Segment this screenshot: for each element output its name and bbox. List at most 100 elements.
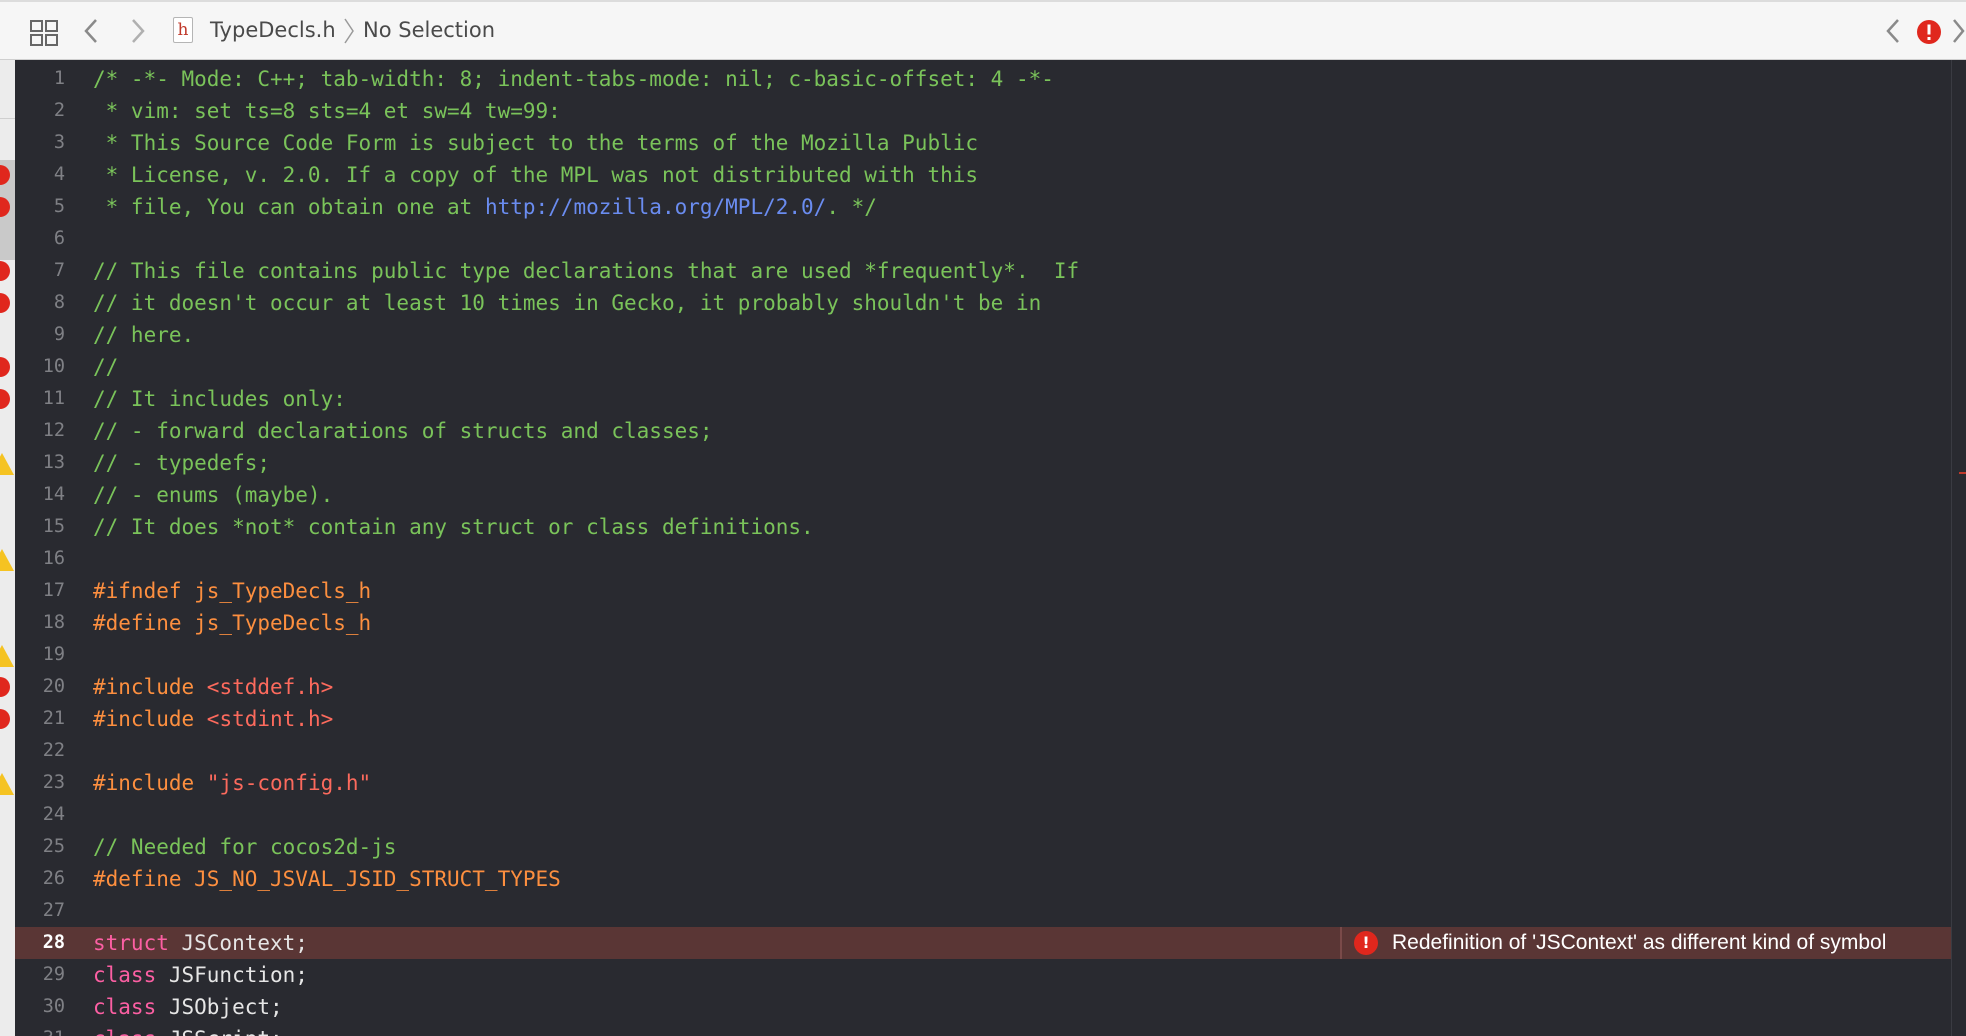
line-code: class JSScript; bbox=[93, 1023, 283, 1036]
code-line[interactable]: 25 // Needed for cocos2d-js bbox=[15, 831, 1951, 863]
warning-marker-icon[interactable] bbox=[0, 549, 14, 571]
code-line[interactable]: 11 // It includes only: bbox=[15, 383, 1951, 415]
error-marker-icon[interactable] bbox=[0, 293, 10, 313]
line-number: 1 bbox=[53, 68, 65, 89]
error-marker-icon[interactable] bbox=[0, 261, 10, 281]
code-line[interactable]: 6 bbox=[15, 223, 1951, 255]
code-line[interactable]: 7 // This file contains public type decla… bbox=[15, 255, 1951, 287]
code-token: // It does *not* contain any struct or c… bbox=[93, 515, 814, 539]
code-token: <stdint.h> bbox=[206, 707, 334, 731]
code-line[interactable]: 10 // bbox=[15, 351, 1951, 383]
code-token: . */ bbox=[826, 195, 877, 219]
warning-marker-icon[interactable] bbox=[0, 453, 14, 475]
code-line[interactable]: 15 // It does *not* contain any struct or… bbox=[15, 511, 1951, 543]
code-line[interactable]: 19 bbox=[15, 639, 1951, 671]
code-token: class bbox=[93, 963, 157, 987]
line-code: #include "js-config.h" bbox=[93, 767, 371, 799]
code-line[interactable]: 4 * License, v. 2.0. If a copy of the MP… bbox=[15, 159, 1951, 191]
code-line[interactable]: 23 #include "js-config.h" bbox=[15, 767, 1951, 799]
code-token: JSObject; bbox=[156, 995, 283, 1019]
line-number: 25 bbox=[42, 836, 65, 857]
editor-right-edge bbox=[1951, 60, 1966, 1036]
code-line[interactable]: 24 bbox=[15, 799, 1951, 831]
code-link[interactable]: http://mozilla.org/MPL/2.0/ bbox=[485, 195, 826, 219]
code-line[interactable]: 26 #define JS_NO_JSVAL_JSID_STRUCT_TYPES bbox=[15, 863, 1951, 895]
code-token: #include bbox=[93, 771, 207, 795]
code-token: #include bbox=[93, 707, 207, 731]
code-line[interactable]: 9 // here. bbox=[15, 319, 1951, 351]
issue-gutter bbox=[0, 60, 15, 1036]
line-number: 17 bbox=[42, 580, 65, 601]
warning-marker-icon[interactable] bbox=[0, 773, 14, 795]
code-line[interactable]: 20 #include <stddef.h> bbox=[15, 671, 1951, 703]
warning-marker-icon[interactable] bbox=[0, 645, 14, 667]
code-line[interactable]: 2 * vim: set ts=8 sts=4 et sw=4 tw=99: bbox=[15, 95, 1951, 127]
code-line[interactable]: 12 // - forward declarations of structs a… bbox=[15, 415, 1951, 447]
line-code: class JSFunction; bbox=[93, 959, 308, 991]
error-marker-icon[interactable] bbox=[0, 357, 10, 377]
line-code: * vim: set ts=8 sts=4 et sw=4 tw=99: bbox=[93, 95, 561, 127]
code-line[interactable]: 22 bbox=[15, 735, 1951, 767]
line-code: struct JSContext; bbox=[93, 927, 308, 959]
line-code: // Needed for cocos2d-js bbox=[93, 831, 396, 863]
code-line[interactable]: 5 * file, You can obtain one at http://m… bbox=[15, 191, 1951, 223]
related-items-grid-icon[interactable] bbox=[30, 20, 58, 46]
code-line[interactable]: 27 bbox=[15, 895, 1951, 927]
code-token: JSFunction; bbox=[156, 963, 308, 987]
line-code: // here. bbox=[93, 319, 194, 351]
line-number: 26 bbox=[42, 868, 65, 889]
line-number: 29 bbox=[42, 964, 65, 985]
code-line[interactable]: 13 // - typedefs; bbox=[15, 447, 1951, 479]
source-editor[interactable]: 1 /* -*- Mode: C++; tab-width: 8; indent-… bbox=[15, 60, 1951, 1036]
code-line[interactable]: 8 // it doesn't occur at least 10 times i… bbox=[15, 287, 1951, 319]
code-line[interactable]: 18 #define js_TypeDecls_h bbox=[15, 607, 1951, 639]
line-number: 13 bbox=[42, 452, 65, 473]
navigate-back-chevron-icon[interactable] bbox=[80, 16, 104, 46]
line-number: 24 bbox=[42, 804, 65, 825]
breadcrumb-file[interactable]: TypeDecls.h bbox=[210, 18, 336, 42]
line-number: 12 bbox=[42, 420, 65, 441]
line-number: 9 bbox=[53, 324, 65, 345]
code-token: <stddef.h> bbox=[206, 675, 334, 699]
line-code: class JSObject; bbox=[93, 991, 283, 1023]
code-token: // bbox=[93, 355, 119, 379]
line-number: 3 bbox=[53, 132, 65, 153]
code-line-error[interactable]: 28 struct JSContext;! Redefinition of 'JSC… bbox=[15, 927, 1951, 959]
line-code: /* -*- Mode: C++; tab-width: 8; indent-t… bbox=[93, 63, 1054, 95]
code-line[interactable]: 17 #ifndef js_TypeDecls_h bbox=[15, 575, 1951, 607]
code-line[interactable]: 16 bbox=[15, 543, 1951, 575]
line-code: #define JS_NO_JSVAL_JSID_STRUCT_TYPES bbox=[93, 863, 561, 895]
line-number: 21 bbox=[42, 708, 65, 729]
code-token: * file, You can obtain one at bbox=[93, 195, 485, 219]
line-code: // This file contains public type declar… bbox=[93, 255, 1079, 287]
inline-error-message[interactable]: ! Redefinition of 'JSContext' as differen… bbox=[1340, 927, 1886, 959]
code-token: // It includes only: bbox=[93, 387, 346, 411]
line-number: 2 bbox=[53, 100, 65, 121]
navigate-forward-chevron-icon[interactable] bbox=[125, 16, 149, 46]
code-line[interactable]: 3 * This Source Code Form is subject to … bbox=[15, 127, 1951, 159]
code-token: #define JS_NO_JSVAL_JSID_STRUCT_TYPES bbox=[93, 867, 561, 891]
line-number: 30 bbox=[42, 996, 65, 1017]
line-number: 27 bbox=[42, 900, 65, 921]
line-number: 10 bbox=[42, 356, 65, 377]
code-line[interactable]: 1 /* -*- Mode: C++; tab-width: 8; indent-… bbox=[15, 63, 1951, 95]
line-number: 19 bbox=[42, 644, 65, 665]
next-issue-chevron-icon[interactable] bbox=[1950, 16, 1966, 46]
breadcrumb-selection[interactable]: No Selection bbox=[363, 18, 495, 42]
error-marker-icon[interactable] bbox=[0, 709, 10, 729]
code-line[interactable]: 31 class JSScript; bbox=[15, 1023, 1951, 1036]
issue-error-icon[interactable] bbox=[1916, 19, 1942, 45]
gutter-divider bbox=[0, 118, 15, 119]
previous-issue-chevron-icon[interactable] bbox=[1882, 16, 1906, 46]
code-line[interactable]: 30 class JSObject; bbox=[15, 991, 1951, 1023]
error-marker-icon[interactable] bbox=[0, 677, 10, 697]
line-code: // It includes only: bbox=[93, 383, 346, 415]
code-line[interactable]: 21 #include <stdint.h> bbox=[15, 703, 1951, 735]
jump-bar: h TypeDecls.h No Selection bbox=[0, 0, 1966, 60]
line-code: // bbox=[93, 351, 118, 383]
code-token: // This file contains public type declar… bbox=[93, 259, 1080, 283]
error-marker-icon[interactable] bbox=[0, 389, 10, 409]
code-line[interactable]: 14 // - enums (maybe). bbox=[15, 479, 1951, 511]
code-line[interactable]: 29 class JSFunction; bbox=[15, 959, 1951, 991]
line-number: 20 bbox=[42, 676, 65, 697]
